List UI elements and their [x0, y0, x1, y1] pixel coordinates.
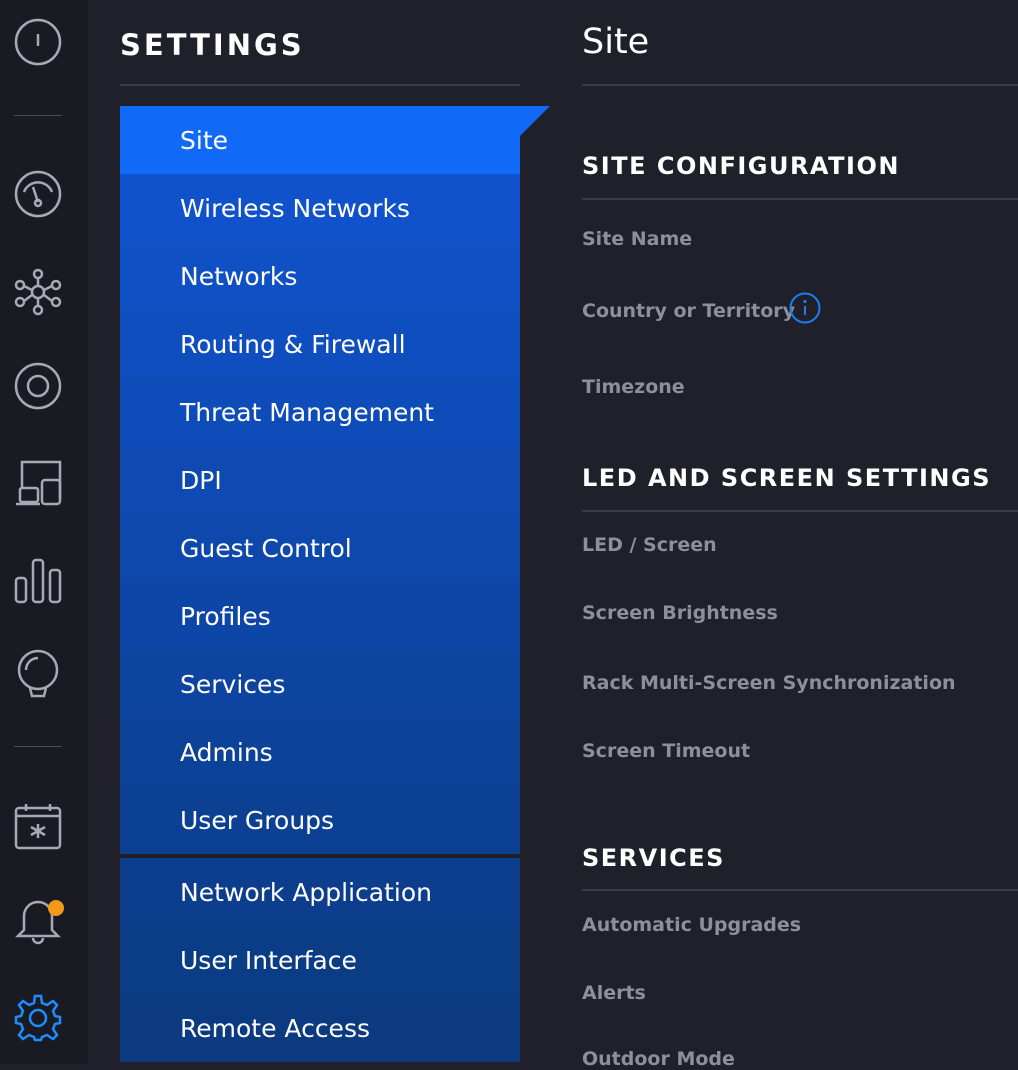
- field-label-site-name: Site Name: [582, 228, 693, 250]
- menu-item-label: Threat Management: [180, 397, 434, 427]
- field-label-country: Country or Territory: [582, 300, 796, 322]
- section-divider: [582, 889, 1018, 891]
- rail-divider: [14, 746, 62, 747]
- menu-item-remote-access[interactable]: Remote Access: [120, 994, 520, 1062]
- menu-item-site[interactable]: Site: [120, 106, 520, 174]
- settings-divider: [120, 84, 520, 86]
- icon-rail: [0, 0, 88, 1064]
- dashboard-gauge-icon[interactable]: [14, 170, 62, 218]
- field-label-alerts: Alerts: [582, 982, 646, 1004]
- menu-item-admins[interactable]: Admins: [120, 718, 520, 786]
- menu-item-label: Networks: [180, 261, 298, 291]
- active-item-pointer: [520, 106, 550, 136]
- menu-item-label: User Interface: [180, 945, 357, 975]
- events-calendar-icon[interactable]: [14, 802, 62, 850]
- insights-icon[interactable]: [14, 649, 62, 698]
- menu-item-label: DPI: [180, 465, 222, 495]
- title-divider: [582, 84, 1018, 86]
- info-icon[interactable]: [789, 292, 821, 324]
- field-label-screen-brightness: Screen Brightness: [582, 602, 778, 624]
- menu-item-label: Wireless Networks: [180, 193, 410, 223]
- menu-item-label: Profiles: [180, 601, 271, 631]
- page-title: Site: [582, 22, 650, 62]
- menu-item-user-interface[interactable]: User Interface: [120, 926, 520, 994]
- field-label-screen-timeout: Screen Timeout: [582, 740, 751, 762]
- menu-item-label: Guest Control: [180, 533, 352, 563]
- menu-item-wireless-networks[interactable]: Wireless Networks: [120, 174, 520, 242]
- topology-icon[interactable]: [14, 268, 62, 316]
- menu-item-label: Remote Access: [180, 1013, 370, 1043]
- menu-item-label: User Groups: [180, 805, 335, 835]
- menu-item-label: Routing & Firewall: [180, 329, 406, 359]
- menu-item-label: Admins: [180, 737, 273, 767]
- menu-item-threat-management[interactable]: Threat Management: [120, 378, 520, 446]
- menu-item-user-groups[interactable]: User Groups: [120, 786, 520, 854]
- menu-item-label: Network Application: [180, 877, 433, 907]
- rail-divider: [14, 115, 62, 116]
- field-label-timezone: Timezone: [582, 376, 685, 398]
- menu-item-label: Site: [180, 125, 228, 155]
- settings-heading: SETTINGS: [120, 28, 305, 62]
- clients-icon[interactable]: [14, 458, 62, 506]
- devices-icon[interactable]: [14, 362, 62, 410]
- power-icon[interactable]: [14, 18, 62, 66]
- menu-item-network-application[interactable]: Network Application: [120, 858, 520, 926]
- notification-badge: [48, 900, 64, 916]
- menu-item-profiles[interactable]: Profiles: [120, 582, 520, 650]
- field-label-automatic-upgrades: Automatic Upgrades: [582, 914, 802, 936]
- menu-item-guest-control[interactable]: Guest Control: [120, 514, 520, 582]
- section-title-site-configuration: SITE CONFIGURATION: [582, 152, 900, 180]
- field-label-led-screen: LED / Screen: [582, 534, 717, 556]
- menu-item-routing-and-firewall[interactable]: Routing & Firewall: [120, 310, 520, 378]
- menu-item-dpi[interactable]: DPI: [120, 446, 520, 514]
- section-title-led-screen-settings: LED AND SCREEN SETTINGS: [582, 464, 991, 492]
- field-label-outdoor-mode: Outdoor Mode: [582, 1048, 735, 1070]
- section-title-services: SERVICES: [582, 844, 725, 872]
- menu-item-label: Services: [180, 669, 286, 699]
- menu-item-networks[interactable]: Networks: [120, 242, 520, 310]
- menu-item-services[interactable]: Services: [120, 650, 520, 718]
- section-divider: [582, 198, 1018, 200]
- settings-gear-icon[interactable]: [14, 994, 62, 1042]
- field-label-rack-sync: Rack Multi-Screen Synchronization: [582, 672, 956, 694]
- statistics-icon[interactable]: [14, 556, 62, 604]
- section-divider: [582, 510, 1018, 512]
